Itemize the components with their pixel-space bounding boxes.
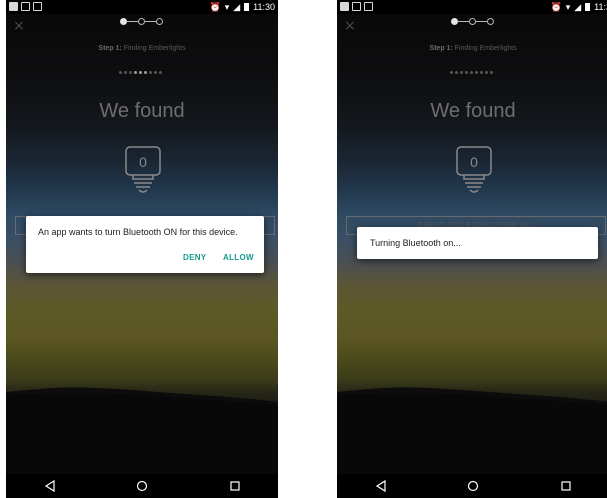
- step-connector: [127, 21, 138, 22]
- image-icon: [33, 2, 42, 11]
- scan-progress-dots: [450, 71, 493, 74]
- system-icons: ⏰ ▾ ◢ 11:3: [550, 0, 607, 14]
- page-heading: We found: [99, 100, 185, 122]
- step-connector: [458, 21, 469, 22]
- navigation-bar: [6, 474, 278, 498]
- calendar-icon: [9, 2, 18, 11]
- back-triangle-icon[interactable]: [374, 479, 388, 493]
- step-dot-3: [487, 18, 494, 25]
- battery-icon: [244, 3, 250, 11]
- signal-icon: ◢: [233, 2, 241, 12]
- home-circle-icon[interactable]: [466, 479, 480, 493]
- phone-screen-left: ⏰ ▾ ◢ 11:30 × Step 1: Finding Emberlight…: [6, 0, 278, 498]
- step-dot-3: [156, 18, 163, 25]
- step-progress: [120, 17, 170, 27]
- home-circle-icon[interactable]: [135, 479, 149, 493]
- status-bar: ⏰ ▾ ◢ 11:3: [337, 0, 607, 14]
- allow-button[interactable]: ALLOW: [223, 253, 254, 262]
- status-bar: ⏰ ▾ ◢ 11:30: [6, 0, 278, 14]
- recents-square-icon[interactable]: [559, 479, 573, 493]
- recents-square-icon[interactable]: [228, 479, 242, 493]
- step-connector: [145, 21, 156, 22]
- close-icon[interactable]: ×: [13, 18, 25, 34]
- notification-icons: [9, 2, 42, 11]
- wifi-icon: ▾: [224, 2, 230, 12]
- step-title: Finding Emberlights: [121, 45, 186, 52]
- clock: 11:30: [253, 2, 275, 12]
- clock: 11:3: [594, 2, 607, 12]
- step-progress: [451, 17, 501, 27]
- scan-progress-dots: [119, 71, 162, 74]
- dialog-message: Turning Bluetooth on...: [370, 238, 461, 248]
- image-icon: [364, 2, 373, 11]
- wifi-icon: ▾: [565, 2, 571, 12]
- step-label: Step 1: Finding Emberlights: [6, 45, 278, 52]
- message-icon: [352, 2, 361, 11]
- battery-icon: [585, 3, 591, 11]
- step-dot-1: [120, 18, 127, 25]
- navigation-bar: [337, 474, 607, 498]
- system-icons: ⏰ ▾ ◢ 11:30: [209, 0, 275, 14]
- notification-icons: [340, 2, 373, 11]
- step-number: Step 1:: [98, 45, 122, 52]
- signal-icon: ◢: [574, 2, 582, 12]
- step-dot-2: [469, 18, 476, 25]
- step-connector: [476, 21, 487, 22]
- phone-screen-right: ⏰ ▾ ◢ 11:3 × Step 1: Finding Emberlights…: [337, 0, 607, 498]
- deny-button[interactable]: DENY: [183, 253, 206, 262]
- back-triangle-icon[interactable]: [43, 479, 57, 493]
- lightbulb-icon: 0: [125, 146, 161, 193]
- alarm-icon: ⏰: [550, 2, 562, 12]
- step-dot-1: [451, 18, 458, 25]
- bluetooth-permission-dialog: An app wants to turn Bluetooth ON for th…: [26, 216, 264, 273]
- bulb-count: 0: [139, 154, 147, 170]
- step-dot-2: [138, 18, 145, 25]
- message-icon: [21, 2, 30, 11]
- step-label: Step 1: Finding Emberlights: [337, 45, 607, 52]
- bulb-count: 0: [470, 154, 478, 170]
- page-heading: We found: [430, 100, 516, 122]
- dialog-message: An app wants to turn Bluetooth ON for th…: [38, 227, 238, 237]
- alarm-icon: ⏰: [209, 2, 221, 12]
- calendar-icon: [340, 2, 349, 11]
- close-icon[interactable]: ×: [344, 18, 356, 34]
- step-title: Finding Emberlights: [452, 45, 517, 52]
- lightbulb-icon: 0: [456, 146, 492, 193]
- step-number: Step 1:: [429, 45, 453, 52]
- bluetooth-progress-dialog: Turning Bluetooth on...: [357, 227, 598, 259]
